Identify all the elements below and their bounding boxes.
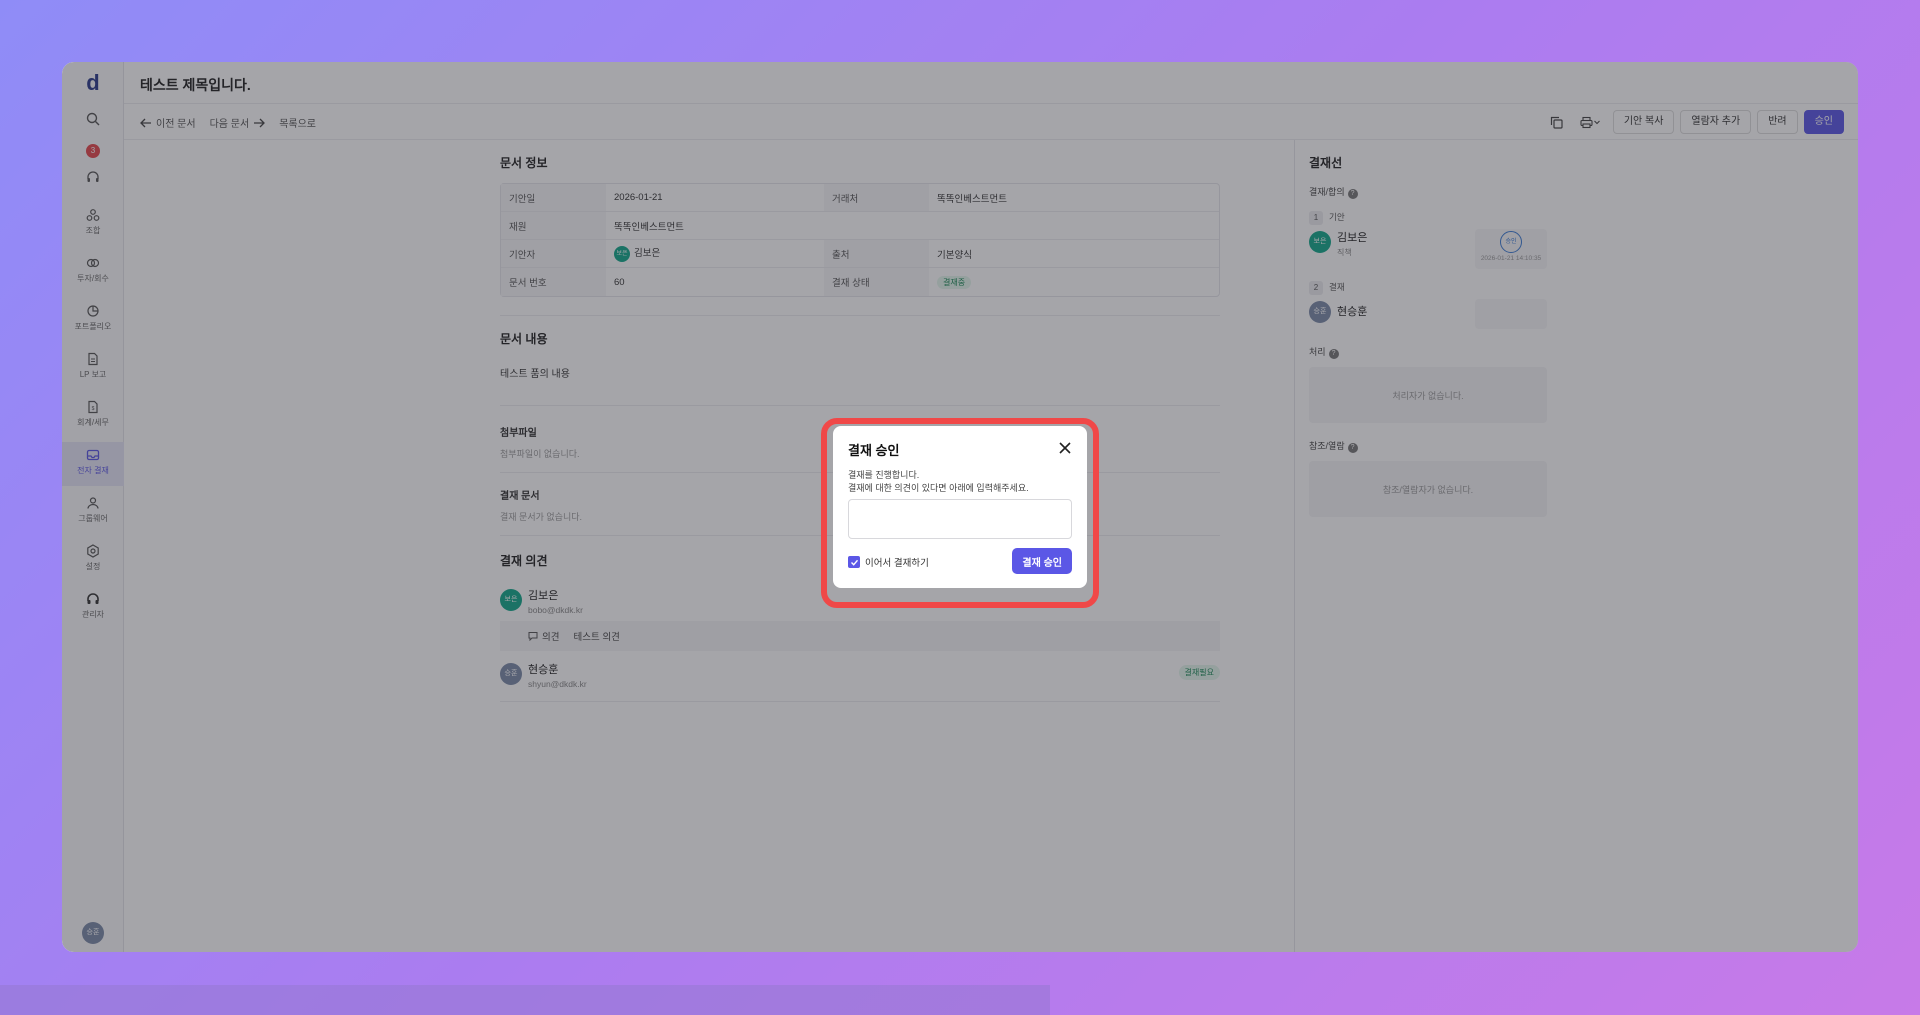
modal-footer: 이어서 결재하기 결재 승인 <box>848 548 1072 574</box>
close-icon[interactable] <box>1057 440 1073 456</box>
modal-description: 결재를 진행합니다. 결재에 대한 의견이 있다면 아래에 입력해주세요. <box>848 469 1072 495</box>
continue-approval-label: 이어서 결재하기 <box>865 558 929 569</box>
modal-title: 결재 승인 <box>848 443 900 458</box>
checkbox-checked-icon[interactable] <box>848 556 860 568</box>
taskbar-strip <box>0 985 1050 1015</box>
continue-approval-checkbox[interactable]: 이어서 결재하기 <box>848 555 929 569</box>
modal-desc-line: 결재를 진행합니다. <box>848 470 920 480</box>
approval-comment-input[interactable] <box>848 499 1072 539</box>
modal-desc-line: 결재에 대한 의견이 있다면 아래에 입력해주세요. <box>848 483 1029 493</box>
approval-modal: 결재 승인 결재를 진행합니다. 결재에 대한 의견이 있다면 아래에 입력해주… <box>833 426 1087 588</box>
submit-approval-button[interactable]: 결재 승인 <box>1012 548 1072 574</box>
